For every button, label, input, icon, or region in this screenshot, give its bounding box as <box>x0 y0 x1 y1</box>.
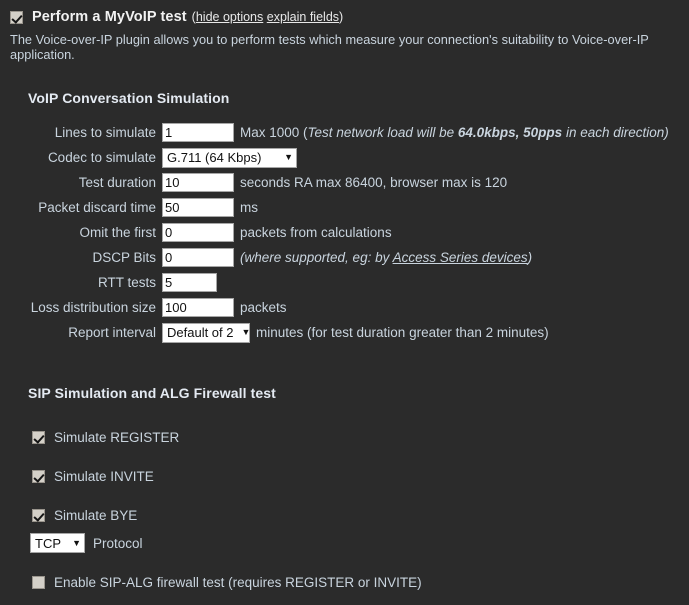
checkbox-simulate-bye[interactable] <box>32 509 45 522</box>
suffix-test-duration: seconds RA max 86400, browser max is 120 <box>240 175 508 190</box>
suffix-max-1000: Max 1000 ( <box>240 125 308 140</box>
sip-section-heading: SIP Simulation and ALG Firewall test <box>28 385 276 401</box>
input-omit-the-first[interactable] <box>162 223 234 242</box>
suffix-loss-distribution-size: packets <box>240 300 287 315</box>
suffix-lines-to-simulate: Max 1000 (Test network load will be 64.0… <box>240 125 669 140</box>
row-lines-to-simulate: Lines to simulate Max 1000 (Test network… <box>0 120 669 145</box>
label-enable-sip-alg: Enable SIP-ALG firewall test (requires R… <box>54 575 422 590</box>
label-simulate-invite: Simulate INVITE <box>54 469 154 484</box>
row-simulate-register: Simulate REGISTER <box>0 418 179 457</box>
label-protocol: Protocol <box>93 535 143 551</box>
row-enable-sip-alg: Enable SIP-ALG firewall test (requires R… <box>32 575 422 590</box>
label-codec-to-simulate: Codec to simulate <box>47 150 156 165</box>
suffix-omit-the-first: packets from calculations <box>240 225 392 240</box>
select-protocol[interactable]: TCP ▼ <box>30 533 85 553</box>
explain-fields-link[interactable]: explain fields <box>267 10 339 24</box>
input-test-duration[interactable] <box>162 173 234 192</box>
suffix-dscp-bits: (where supported, eg: by Access Series d… <box>240 250 532 265</box>
voip-section-heading: VoIP Conversation Simulation <box>28 90 230 106</box>
select-protocol-value: TCP <box>35 535 61 551</box>
chevron-down-icon: ▼ <box>241 327 251 337</box>
row-packet-discard-time: Packet discard time ms <box>0 195 669 220</box>
suffix-packet-discard-time: ms <box>240 200 258 215</box>
label-packet-discard-time: Packet discard time <box>38 200 156 215</box>
access-series-devices-link[interactable]: Access Series devices <box>393 250 528 265</box>
row-report-interval: Report interval Default of 2 ▼ minutes (… <box>0 320 669 345</box>
perform-test-checkbox[interactable] <box>10 10 23 24</box>
header-links: (hide options explain fields) <box>192 10 344 24</box>
input-packet-discard-time[interactable] <box>162 198 234 217</box>
row-loss-distribution-size: Loss distribution size packets <box>0 295 669 320</box>
row-omit-the-first: Omit the first packets from calculations <box>0 220 669 245</box>
row-protocol: TCP ▼ Protocol <box>30 533 143 553</box>
page-title: Perform a MyVoIP test <box>32 9 187 25</box>
select-codec-to-simulate[interactable]: G.711 (64 Kbps) ▼ <box>162 147 297 168</box>
chevron-down-icon: ▼ <box>284 152 293 162</box>
input-rtt-tests[interactable] <box>162 273 217 292</box>
input-loss-distribution-size[interactable] <box>162 298 234 317</box>
suffix-dscp-close: ) <box>527 250 533 265</box>
voip-form: Lines to simulate Max 1000 (Test network… <box>0 120 669 345</box>
select-codec-value: G.711 (64 Kbps) <box>167 150 262 165</box>
chevron-down-icon: ▼ <box>72 537 81 548</box>
input-lines-to-simulate[interactable] <box>162 123 234 142</box>
suffix-dscp-prefix: (where supported, eg: by <box>240 250 393 265</box>
hide-options-link[interactable]: hide options <box>196 10 263 24</box>
select-report-interval[interactable]: Default of 2 ▼ <box>162 322 251 343</box>
sip-checkbox-group: Simulate REGISTER Simulate INVITE Simula… <box>0 418 179 535</box>
perform-test-header: Perform a MyVoIP test (hide options expl… <box>0 0 689 25</box>
suffix-load-prefix: Test network load will be <box>307 125 458 140</box>
label-report-interval: Report interval <box>68 325 156 340</box>
label-test-duration: Test duration <box>78 175 156 190</box>
label-loss-distribution-size: Loss distribution size <box>30 300 156 315</box>
label-rtt-tests: RTT tests <box>97 275 156 290</box>
suffix-load-value: 64.0kbps, 50pps <box>457 125 563 140</box>
label-simulate-register: Simulate REGISTER <box>54 430 180 445</box>
row-rtt-tests: RTT tests <box>0 270 669 295</box>
label-omit-the-first: Omit the first <box>79 225 156 240</box>
row-simulate-bye: Simulate BYE <box>0 496 179 535</box>
suffix-load-suffix: in each direction) <box>562 125 669 140</box>
plugin-description: The Voice-over-IP plugin allows you to p… <box>10 32 649 62</box>
row-dscp-bits: DSCP Bits (where supported, eg: by Acces… <box>0 245 669 270</box>
row-codec-to-simulate: Codec to simulate G.711 (64 Kbps) ▼ <box>0 145 669 170</box>
label-dscp-bits: DSCP Bits <box>92 250 156 265</box>
label-lines-to-simulate: Lines to simulate <box>54 125 156 140</box>
row-simulate-invite: Simulate INVITE <box>0 457 179 496</box>
checkbox-enable-sip-alg[interactable] <box>32 576 45 589</box>
paren-close: ) <box>339 10 344 24</box>
select-report-interval-value: Default of 2 <box>167 325 234 340</box>
row-test-duration: Test duration seconds RA max 86400, brow… <box>0 170 669 195</box>
checkbox-simulate-register[interactable] <box>32 431 45 444</box>
checkbox-simulate-invite[interactable] <box>32 470 45 483</box>
suffix-report-interval: minutes (for test duration greater than … <box>256 325 549 340</box>
input-dscp-bits[interactable] <box>162 248 234 267</box>
label-simulate-bye: Simulate BYE <box>54 508 138 523</box>
